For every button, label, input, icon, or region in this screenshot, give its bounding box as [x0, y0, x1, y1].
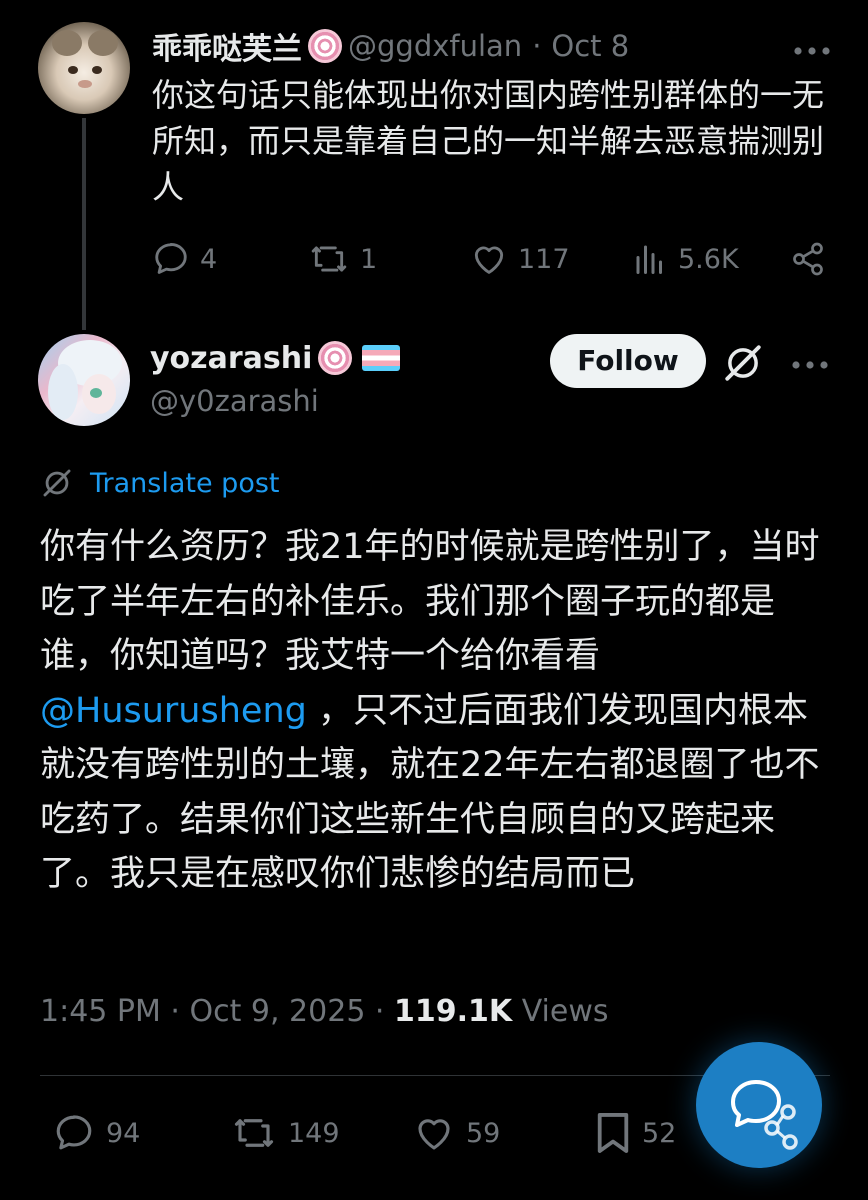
follow-button[interactable]: Follow: [550, 334, 706, 388]
reply-author-row[interactable]: 乖乖哒芙兰 @ggdxfulan · Oct 8: [152, 24, 629, 68]
mention-link[interactable]: @Husurusheng: [40, 691, 307, 731]
reply-count: 4: [200, 243, 218, 275]
trans-flag-icon: [362, 345, 401, 371]
avatar[interactable]: [38, 334, 130, 426]
verified-badge-icon: [308, 29, 342, 63]
avatar[interactable]: [38, 22, 130, 114]
display-name[interactable]: 乖乖哒芙兰: [152, 24, 302, 68]
translate-link[interactable]: Translate post: [90, 468, 280, 499]
views-label: Views: [512, 994, 609, 1029]
bookmark-count: 52: [642, 1117, 677, 1149]
like-action[interactable]: 117: [470, 240, 570, 278]
repost-arrows-icon: [234, 1119, 274, 1147]
thread-connector-line: [82, 118, 86, 330]
post-meta: 1:45 PM · Oct 9, 2025 · 119.1K Views: [40, 994, 609, 1029]
repost-action[interactable]: 149: [230, 1112, 340, 1154]
repost-count: 1: [360, 243, 378, 275]
translate-slash-icon: [43, 469, 71, 497]
speech-bubble-icon: [56, 1115, 92, 1150]
bookmark-action[interactable]: 52: [594, 1110, 676, 1156]
reply-text: 你这句话只能体现出你对国内跨性别群体的一无所知，而只是靠着自己的一知半解去恶意揣…: [152, 76, 825, 206]
reply-action[interactable]: 94: [52, 1112, 140, 1154]
handle[interactable]: @y0zarashi: [150, 384, 319, 418]
repost-count: 149: [288, 1117, 340, 1149]
heart-icon: [418, 1119, 450, 1150]
reply-count: 94: [106, 1117, 141, 1149]
post-text: 你有什么资历？我21年的时候就是跨性别了，当时吃了半年左右的补佳乐。我们那个圈子…: [40, 520, 830, 902]
repost-arrows-icon: [311, 246, 347, 272]
more-dots-icon[interactable]: [792, 36, 832, 57]
verified-badge-icon: [318, 341, 353, 375]
more-dots-icon[interactable]: [790, 350, 830, 371]
compose-reply-button[interactable]: [696, 1042, 822, 1168]
views-action[interactable]: 5.6K: [632, 240, 739, 278]
bar-chart-icon: [636, 245, 662, 274]
grok-slash-icon[interactable]: [722, 342, 764, 388]
like-count: 117: [518, 243, 570, 275]
heart-icon: [474, 246, 504, 274]
translate-post[interactable]: Translate post: [40, 466, 280, 500]
post-timestamp[interactable]: 1:45 PM · Oct 9, 2025 ·: [40, 994, 394, 1029]
handle[interactable]: @ggdxfulan: [348, 29, 522, 63]
post-detail-page: 乖乖哒芙兰 @ggdxfulan · Oct 8 你这句话只能体现出你对国内跨性…: [0, 0, 868, 1200]
post-date[interactable]: Oct 8: [551, 29, 629, 63]
like-action[interactable]: 59: [412, 1112, 500, 1154]
compose-reply-fab-icon: [731, 1080, 798, 1150]
reply-action[interactable]: 4: [152, 240, 217, 278]
like-count: 59: [466, 1117, 501, 1149]
share-icon[interactable]: [790, 240, 826, 278]
display-name[interactable]: yozarashi: [150, 341, 312, 376]
views-count: 5.6K: [678, 243, 739, 275]
bookmark-icon: [597, 1113, 629, 1153]
separator: ·: [532, 29, 542, 63]
repost-action[interactable]: 1: [308, 240, 377, 278]
views-count: 119.1K: [394, 994, 513, 1029]
speech-bubble-icon: [155, 243, 187, 274]
post-author-row[interactable]: yozarashi: [150, 336, 401, 380]
post-text-part: 你有什么资历？我21年的时候就是跨性别了，当时吃了半年左右的补佳乐。我们那个圈子…: [40, 527, 820, 676]
